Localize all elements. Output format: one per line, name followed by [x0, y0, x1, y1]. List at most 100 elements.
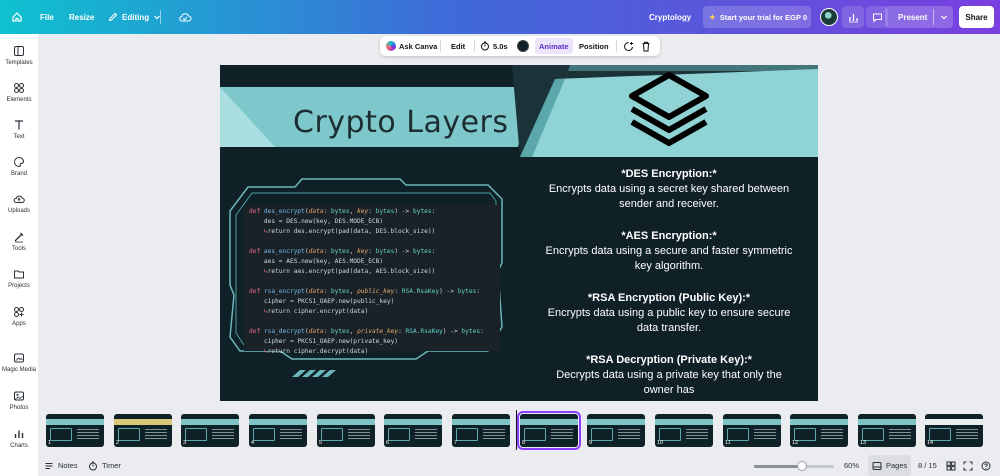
page-number: 1: [48, 440, 52, 446]
page-thumbnail[interactable]: 5: [317, 414, 375, 447]
page-thumbnail[interactable]: 6: [384, 414, 442, 447]
pencil-icon: [108, 12, 118, 22]
code-line: ↳return cipher.decrypt(data): [263, 348, 369, 355]
pages-button[interactable]: Pages: [868, 455, 912, 476]
slide-title[interactable]: Crypto Layers: [293, 105, 509, 140]
code-block[interactable]: def des_encrypt(data: bytes, key: bytes)…: [244, 205, 500, 355]
page-number: 3: [183, 440, 187, 446]
sidebar-item-templates[interactable]: Templates: [0, 45, 38, 66]
home-icon: [12, 12, 22, 22]
section-heading: *DES Encryption:*: [621, 168, 717, 180]
edit-button[interactable]: Edit: [451, 36, 465, 56]
code-line: def des_encrypt(data: bytes, key: bytes)…: [249, 208, 436, 215]
page-thumbnail-active[interactable]: 8: [517, 411, 581, 450]
duration-button[interactable]: 5.0s: [480, 36, 508, 56]
zoom-slider[interactable]: [754, 461, 834, 471]
file-menu[interactable]: File: [40, 0, 54, 34]
section-heading: *RSA Encryption (Public Key):*: [587, 292, 751, 304]
sidebar-item-text[interactable]: Text: [0, 119, 38, 140]
position-button[interactable]: Position: [579, 36, 609, 56]
bottom-bar: Notes Timer 60% Pages 8 / 15: [38, 455, 1000, 476]
add-comment-button[interactable]: [623, 36, 634, 56]
home-button[interactable]: [11, 0, 23, 34]
sidebar-item-charts[interactable]: Charts: [0, 428, 38, 449]
page-counter: 8 / 15: [918, 455, 937, 476]
timer-button[interactable]: Timer: [88, 455, 121, 476]
rsa-decryption-section[interactable]: *RSA Decryption (Private Key):* Decrypts…: [520, 353, 818, 398]
stopwatch-icon: [481, 41, 489, 51]
sidebar-item-projects[interactable]: Projects: [0, 268, 38, 289]
sidebar-item-label: Projects: [8, 283, 30, 289]
page-thumbnail[interactable]: 4: [249, 414, 307, 447]
resize-menu[interactable]: Resize: [69, 0, 94, 34]
share-button[interactable]: Share: [959, 6, 994, 28]
zoom-value[interactable]: 60%: [844, 455, 859, 476]
sidebar-item-apps[interactable]: Apps: [0, 306, 38, 327]
design-title[interactable]: Cryptology: [649, 0, 691, 34]
page-thumbnail[interactable]: 1: [46, 414, 104, 447]
section-body: owner has: [643, 384, 695, 396]
editing-menu[interactable]: Editing: [108, 0, 161, 34]
section-body: sender and receiver.: [619, 198, 719, 210]
page-number: 13: [860, 440, 867, 446]
page-thumbnail[interactable]: 13: [858, 414, 916, 447]
sidebar-item-label: Templates: [5, 60, 33, 66]
page-thumbnail[interactable]: 10: [655, 414, 713, 447]
animate-label: Animate: [539, 41, 569, 51]
zoom-slider-fill: [754, 465, 802, 468]
page-thumbnail[interactable]: 11: [723, 414, 781, 447]
ask-canva-button[interactable]: Ask Canva: [386, 36, 437, 56]
editing-label: Editing: [122, 12, 150, 22]
share-label: Share: [965, 12, 988, 22]
page-thumbnail[interactable]: 7: [452, 414, 510, 447]
trial-button[interactable]: ✦ Start your trial for EGP 0: [703, 6, 811, 28]
sidebar-item-photos[interactable]: Photos: [0, 390, 38, 411]
left-sidebar: Templates Elements Text Brand Uploads To…: [0, 34, 38, 476]
sidebar-item-tools[interactable]: Tools: [0, 231, 38, 252]
cloud-sync-button[interactable]: [178, 0, 192, 34]
page-thumbnail[interactable]: 3: [181, 414, 239, 447]
slide-canvas[interactable]: Crypto Layers def des_encrypt(data: byte…: [220, 65, 818, 401]
avatar[interactable]: [820, 8, 838, 26]
page-number: 10: [657, 440, 664, 446]
sidebar-item-uploads[interactable]: Uploads: [0, 193, 38, 214]
sidebar-item-label: Photos: [9, 405, 29, 411]
des-section[interactable]: *DES Encryption:* Encrypts data using a …: [520, 167, 818, 212]
zoom-slider-handle[interactable]: [797, 461, 807, 471]
chevron-down-icon[interactable]: [940, 13, 948, 21]
section-heading: *RSA Decryption (Private Key):*: [586, 354, 752, 366]
rsa-encryption-section[interactable]: *RSA Encryption (Public Key):* Encrypts …: [520, 291, 818, 336]
sidebar-item-elements[interactable]: Elements: [0, 82, 38, 103]
delete-button[interactable]: [641, 36, 651, 56]
present-button[interactable]: Present: [885, 6, 953, 28]
magic-media-icon: [14, 353, 24, 363]
notes-button[interactable]: Notes: [44, 455, 78, 476]
grid-view-button[interactable]: [946, 455, 956, 476]
trial-label: Start your trial for EGP 0: [719, 12, 808, 22]
crown-icon: ✦: [709, 12, 716, 22]
page-number: 14: [927, 440, 934, 446]
sidebar-item-label: Tools: [11, 246, 26, 252]
page-thumbnail[interactable]: 14: [925, 414, 983, 447]
top-bar: File Resize Editing Cryptology ✦ Start y…: [0, 0, 1000, 34]
ask-canva-label: Ask Canva: [399, 41, 438, 51]
color-swatch-button[interactable]: [517, 36, 529, 56]
fullscreen-button[interactable]: [963, 455, 973, 476]
pages-label: Pages: [886, 461, 908, 470]
insights-button[interactable]: [842, 6, 864, 28]
help-button[interactable]: [981, 455, 991, 476]
sidebar-item-magic-media[interactable]: Magic Media: [0, 352, 38, 373]
sidebar-item-label: Charts: [10, 443, 28, 449]
canva-assistant-icon: [386, 41, 396, 51]
page-number: 11: [725, 440, 731, 446]
charts-icon: [14, 430, 24, 438]
sidebar-item-brand[interactable]: Brand: [0, 156, 38, 177]
code-line: ↳return cipher.encrypt(data): [263, 308, 369, 315]
page-thumbnail[interactable]: 2: [114, 414, 172, 447]
divider: [440, 40, 441, 52]
page-thumbnail[interactable]: 9: [587, 414, 645, 447]
code-line: def rsa_encrypt(data: bytes, public_key:…: [249, 288, 481, 295]
aes-section[interactable]: *AES Encryption:* Encrypts data using a …: [520, 229, 818, 274]
animate-button[interactable]: Animate: [535, 38, 573, 54]
page-thumbnail[interactable]: 12: [790, 414, 848, 447]
